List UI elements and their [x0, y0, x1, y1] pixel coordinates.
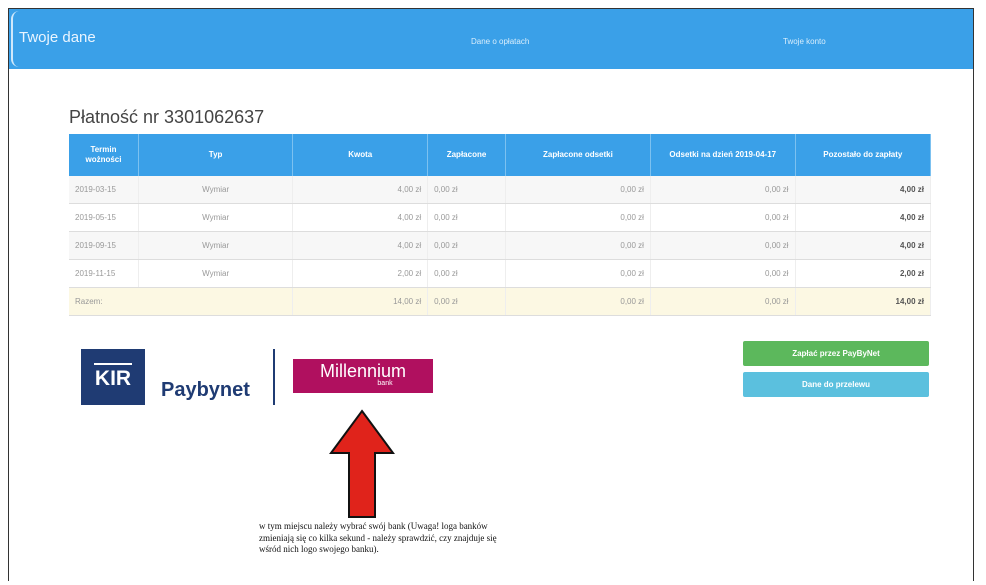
kir-logo: KIR	[81, 349, 145, 405]
col-header-due-date: Termin wożności	[69, 134, 139, 176]
kir-logo-text: KIR	[94, 367, 132, 390]
cell-paid-interest: 0,00 zł	[505, 176, 651, 204]
cell-paid-interest: 0,00 zł	[505, 231, 651, 260]
cell-paid: 0,00 zł	[427, 176, 506, 204]
red-arrow-up-icon	[329, 409, 395, 518]
summary-row: Razem: 14,00 zł 0,00 zł 0,00 zł 0,00 zł …	[69, 287, 932, 316]
col-header-interest-date: Odsetki na dzień 2019-04-17	[650, 134, 796, 176]
table-row: 2019-05-15 Wymiar 4,00 zł 0,00 zł 0,00 z…	[69, 203, 932, 232]
table-row: 2019-09-15 Wymiar 4,00 zł 0,00 zł 0,00 z…	[69, 231, 932, 260]
table-row: 2019-11-15 Wymiar 2,00 zł 0,00 zł 0,00 z…	[69, 259, 932, 288]
col-header-amount: Kwota	[292, 134, 429, 176]
kir-logo-bar	[94, 363, 132, 365]
cell-amount: 4,00 zł	[292, 203, 429, 232]
col-header-paid: Zapłacone	[427, 134, 506, 176]
summary-remaining: 14,00 zł	[795, 287, 932, 316]
cell-type: Wymiar	[138, 231, 294, 260]
page-title: Płatność nr 3301062637	[69, 107, 265, 127]
paybynet-logo: Paybynet	[161, 379, 250, 401]
cell-paid: 0,00 zł	[427, 231, 506, 260]
cell-amount: 2,00 zł	[292, 259, 429, 288]
summary-interest: 0,00 zł	[650, 287, 796, 316]
cell-type: Wymiar	[138, 176, 294, 204]
table-row: 2019-03-15 Wymiar 4,00 zł 0,00 zł 0,00 z…	[69, 176, 932, 204]
cell-due-date: 2019-05-15	[69, 203, 139, 232]
cell-due-date: 2019-11-15	[69, 259, 139, 288]
logo-divider	[273, 349, 275, 405]
transfer-details-button[interactable]: Dane do przelewu	[743, 372, 929, 397]
cell-interest: 0,00 zł	[650, 231, 796, 260]
cell-due-date: 2019-09-15	[69, 231, 139, 260]
pay-paybynet-button[interactable]: Zapłać przez PayByNet	[743, 341, 929, 366]
cell-paid-interest: 0,00 zł	[505, 203, 651, 232]
cell-remaining: 4,00 zł	[795, 203, 932, 232]
cell-paid-interest: 0,00 zł	[505, 259, 651, 288]
col-header-type: Typ	[138, 134, 294, 176]
app-window: Twoje dane Dane o opłatach Twoje konto P…	[8, 8, 974, 581]
cell-due-date: 2019-03-15	[69, 176, 139, 204]
table-header-row: Termin wożności Typ Kwota Zapłacone Zapł…	[69, 134, 932, 176]
cell-amount: 4,00 zł	[292, 176, 429, 204]
cell-interest: 0,00 zł	[650, 259, 796, 288]
cell-paid: 0,00 zł	[427, 203, 506, 232]
cell-interest: 0,00 zł	[650, 176, 796, 204]
annotation-text: w tym miejscu należy wybrać swój bank (U…	[259, 521, 497, 554]
bracket-decoration	[11, 11, 19, 67]
cell-remaining: 4,00 zł	[795, 231, 932, 260]
summary-label: Razem:	[69, 287, 294, 316]
nav-link-payments[interactable]: Dane o opłatach	[471, 37, 529, 46]
cell-remaining: 4,00 zł	[795, 176, 932, 204]
cell-type: Wymiar	[138, 259, 294, 288]
cell-interest: 0,00 zł	[650, 203, 796, 232]
top-navbar: Twoje dane Dane o opłatach Twoje konto	[9, 9, 973, 69]
nav-link-account[interactable]: Twoje konto	[783, 37, 826, 46]
cell-paid: 0,00 zł	[427, 259, 506, 288]
col-header-paid-interest: Zapłacone odsetki	[505, 134, 651, 176]
brand-title[interactable]: Twoje dane	[19, 29, 96, 46]
payment-table: Termin wożności Typ Kwota Zapłacone Zapł…	[69, 134, 932, 316]
cell-amount: 4,00 zł	[292, 231, 429, 260]
summary-paid: 0,00 zł	[427, 287, 506, 316]
col-header-remaining: Pozostało do zapłaty	[795, 134, 932, 176]
cell-type: Wymiar	[138, 203, 294, 232]
cell-remaining: 2,00 zł	[795, 259, 932, 288]
summary-amount: 14,00 zł	[292, 287, 429, 316]
bank-logos: KIR Paybynet Millennium bank	[81, 349, 441, 409]
millennium-bank-logo[interactable]: Millennium bank	[293, 359, 433, 393]
summary-paid-interest: 0,00 zł	[505, 287, 651, 316]
